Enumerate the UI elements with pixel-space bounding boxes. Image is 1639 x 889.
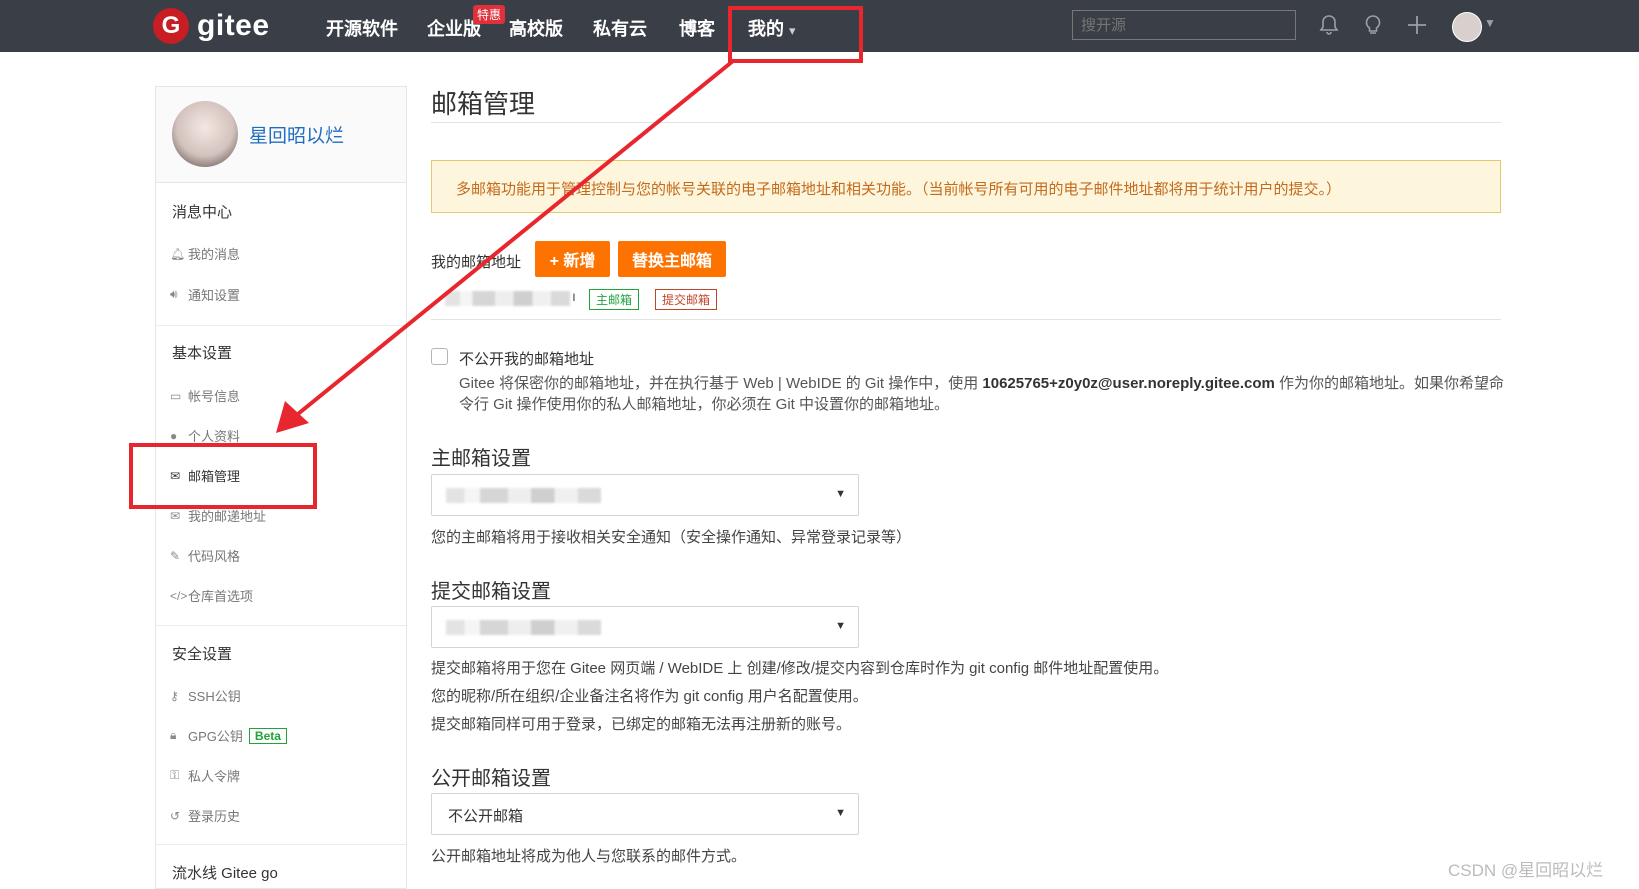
sidebar-item-label: 登录历史 xyxy=(188,809,241,824)
public-email-help: 公开邮箱地址将成为他人与您联系的邮件方式。 xyxy=(431,848,747,865)
chevron-down-icon: ▼ xyxy=(835,620,846,632)
commit-email-heading: 提交邮箱设置 xyxy=(431,581,551,603)
info-notice: 多邮箱功能用于管理控制与您的帐号关联的电子邮箱地址和相关功能。（当前帐号所有可用… xyxy=(431,160,1501,213)
sidebar-item-label: 我的消息 xyxy=(188,247,241,262)
divider xyxy=(431,122,1501,123)
sidebar-item-ssh-keys[interactable]: ⚷ SSH公钥 xyxy=(170,686,241,705)
divider xyxy=(156,844,406,845)
nav-open-source[interactable]: 开源软件 xyxy=(326,15,398,41)
gitee-logo-icon: G xyxy=(153,8,189,44)
sidebar-item-login-history[interactable]: ↺ 登录历史 xyxy=(170,806,240,825)
token-icon: ⚿ xyxy=(170,768,180,782)
speaker-icon: 🔊︎ xyxy=(170,287,178,301)
username[interactable]: 星回昭以烂 xyxy=(249,121,344,148)
commit-email-help-2: 您的昵称/所在组织/企业备注名将作为 git config 用户名配置使用。 xyxy=(431,688,868,705)
annotation-box-mine xyxy=(728,6,863,63)
watermark: CSDN @星回昭以烂 xyxy=(1448,861,1604,880)
main-content: 邮箱管理 多邮箱功能用于管理控制与您的帐号关联的电子邮箱地址和相关功能。（当前帐… xyxy=(431,0,1504,889)
public-email-select[interactable]: 不公开邮箱 ▼ xyxy=(431,793,859,835)
primary-email-heading: 主邮箱设置 xyxy=(431,448,531,470)
sidebar-item-private-tokens[interactable]: ⚿ 私人令牌 xyxy=(170,766,240,785)
primary-email-help: 您的主邮箱将用于接收相关安全通知（安全操作通知、异常登录记录等） xyxy=(431,529,912,546)
my-email-label: 我的邮箱地址 xyxy=(431,254,522,271)
sidebar-item-code-style[interactable]: ✎ 代码风格 xyxy=(170,546,240,565)
primary-email-select[interactable]: ▼ xyxy=(431,474,859,516)
email-suffix: ı xyxy=(572,288,576,304)
sidebar-item-my-messages[interactable]: 🔔︎ 我的消息 xyxy=(170,244,240,263)
commit-email-help-3: 提交邮箱同样可用于登录，已绑定的邮箱无法再注册新的账号。 xyxy=(431,716,852,733)
id-card-icon: ▭ xyxy=(170,388,182,403)
commit-email-select[interactable]: ▼ xyxy=(431,606,859,648)
section-title-messages: 消息中心 xyxy=(172,204,233,221)
avatar[interactable] xyxy=(172,101,238,167)
sidebar-item-notification-settings[interactable]: 🔊︎ 通知设置 xyxy=(170,285,240,304)
section-title-pipeline[interactable]: 流水线 Gitee go xyxy=(172,862,278,883)
blurred-email xyxy=(446,488,601,503)
brush-icon: ✎ xyxy=(170,548,181,563)
key-icon: ⚷ xyxy=(170,688,179,703)
chevron-down-icon: ▼ xyxy=(835,488,846,500)
add-email-button[interactable]: + 新增 xyxy=(535,241,610,277)
blurred-email xyxy=(445,291,570,306)
primary-email-tag: 主邮箱 xyxy=(589,289,640,310)
blurred-email xyxy=(446,620,601,635)
section-title-basic: 基本设置 xyxy=(172,345,233,362)
annotation-box-email-management xyxy=(129,443,317,509)
bell-icon: 🔔︎ xyxy=(170,246,186,261)
sidebar-item-label: 仓库首选项 xyxy=(188,589,254,604)
envelope-icon: ✉ xyxy=(170,508,181,523)
lock-icon: 🔒︎ xyxy=(170,728,177,742)
sidebar-item-label: 私人令牌 xyxy=(188,769,241,784)
sidebar-item-label: 帐号信息 xyxy=(188,389,241,404)
divider xyxy=(156,325,406,326)
section-title-security: 安全设置 xyxy=(172,646,233,663)
history-icon: ↺ xyxy=(170,808,181,823)
commit-email-tag: 提交邮箱 xyxy=(655,289,718,310)
sidebar-item-account-info[interactable]: ▭ 帐号信息 xyxy=(170,386,240,405)
sidebar-item-repo-preferences[interactable]: </> 仓库首选项 xyxy=(170,586,253,605)
beta-badge: Beta xyxy=(248,727,287,744)
hide-email-description: Gitee 将保密你的邮箱地址，并在执行基于 Web | WebIDE 的 Gi… xyxy=(459,373,1504,415)
commit-email-help-1: 提交邮箱将用于您在 Gitee 网页端 / WebIDE 上 创建/修改/提交内… xyxy=(431,660,1169,677)
public-email-heading: 公开邮箱设置 xyxy=(431,768,551,790)
profile-card: 星回昭以烂 xyxy=(156,87,406,183)
replace-primary-email-button[interactable]: 替换主邮箱 xyxy=(618,241,726,277)
hide-email-checkbox[interactable] xyxy=(431,348,448,365)
chevron-down-icon: ▼ xyxy=(835,807,846,819)
sidebar-item-label: GPG公钥 xyxy=(188,729,243,744)
sidebar-item-gpg-keys[interactable]: 🔒︎ GPG公钥 Beta xyxy=(170,726,287,745)
hide-email-desc-part1: Gitee 将保密你的邮箱地址，并在执行基于 Web | WebIDE 的 Gi… xyxy=(459,375,983,392)
noreply-email: 10625765+z0y0z@user.noreply.gitee.com xyxy=(982,375,1275,392)
user-icon: ● xyxy=(170,428,178,443)
gitee-logo[interactable]: G gitee xyxy=(153,8,270,44)
gitee-logo-text: gitee xyxy=(197,9,270,42)
sidebar-item-label: SSH公钥 xyxy=(188,689,241,704)
hide-email-label[interactable]: 不公开我的邮箱地址 xyxy=(459,348,594,369)
code-icon: </> xyxy=(170,588,188,603)
public-email-value: 不公开邮箱 xyxy=(448,808,524,825)
sidebar-item-label: 通知设置 xyxy=(188,288,241,303)
sidebar-item-label: 代码风格 xyxy=(188,549,241,564)
divider xyxy=(431,319,1501,320)
divider xyxy=(156,625,406,626)
page-title: 邮箱管理 xyxy=(431,89,536,119)
